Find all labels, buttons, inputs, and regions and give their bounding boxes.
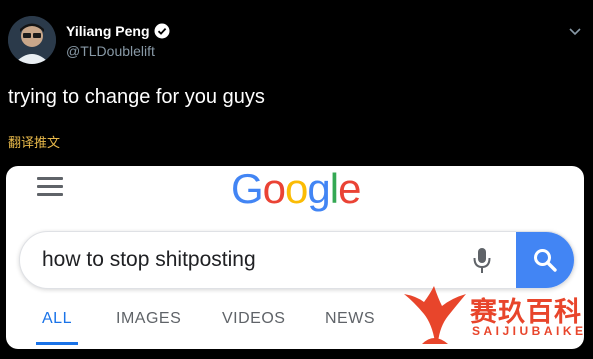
active-tab-indicator: [36, 342, 78, 345]
tab-all: ALL: [42, 310, 72, 327]
tweet-card: Yiliang Peng @TLDoublelift trying to cha…: [0, 0, 593, 359]
verified-badge-icon: [154, 23, 170, 39]
logo-letter: l: [329, 166, 339, 212]
logo-letter: o: [285, 166, 308, 212]
avatar[interactable]: [8, 16, 56, 64]
watermark-subtitle: SAIJIUBAIKE: [472, 324, 587, 338]
search-button: [516, 232, 574, 288]
logo-letter: o: [262, 166, 286, 212]
logo-letter: G: [231, 166, 264, 212]
watermark: 赛玖百科 SAIJIUBAIKE: [400, 282, 590, 348]
author-name[interactable]: Yiliang Peng: [66, 23, 170, 39]
tab-videos: VIDEOS: [222, 310, 286, 327]
tab-news: NEWS: [325, 310, 375, 327]
author-handle[interactable]: @TLDoublelift: [66, 43, 155, 59]
whale-tail-logo-icon: [404, 286, 466, 344]
tab-images: IMAGES: [116, 310, 182, 327]
hamburger-menu-icon: [37, 177, 63, 197]
search-input: [42, 232, 442, 288]
search-bar: [19, 231, 575, 289]
translate-tweet-link[interactable]: 翻译推文: [8, 132, 60, 151]
search-icon: [534, 249, 557, 272]
logo-letter: g: [307, 166, 330, 212]
logo-letter: e: [338, 166, 361, 212]
author-name-text[interactable]: Yiliang Peng: [66, 23, 150, 39]
microphone-icon: [472, 247, 492, 275]
chevron-down-icon[interactable]: [569, 24, 581, 36]
google-logo: Google: [231, 166, 361, 212]
tweet-text: trying to change for you guys: [8, 86, 265, 108]
